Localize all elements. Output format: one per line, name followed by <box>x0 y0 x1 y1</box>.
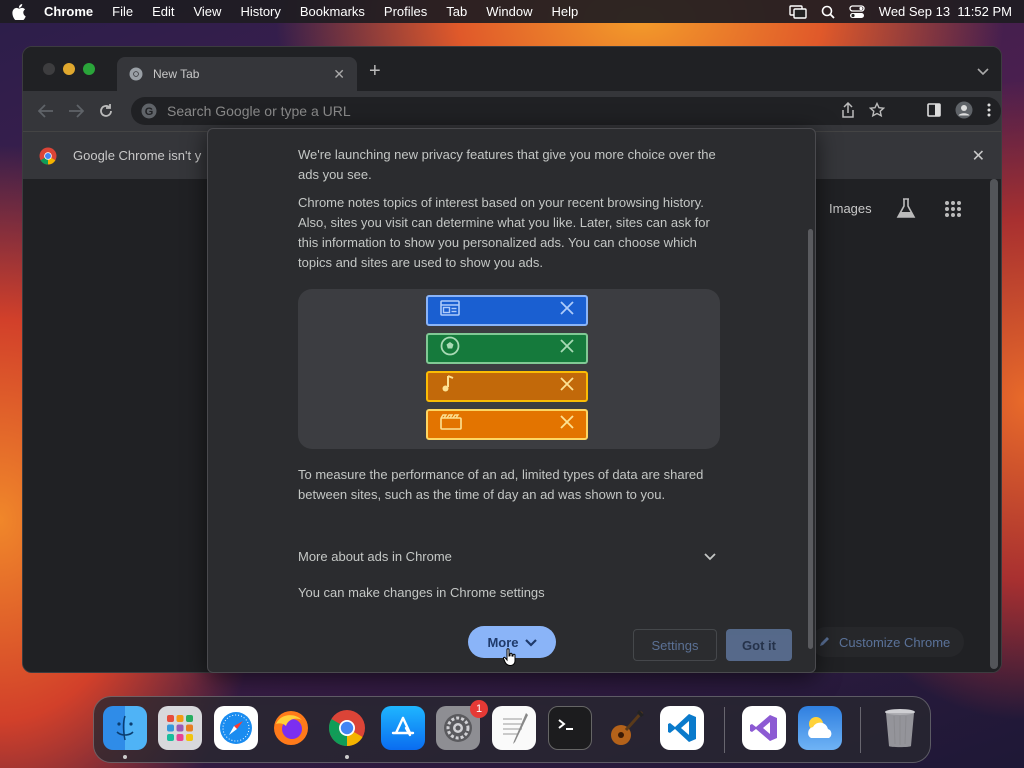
page-scrollbar-thumb[interactable] <box>990 179 998 669</box>
svg-text:G: G <box>145 106 154 118</box>
menu-file[interactable]: File <box>112 4 133 19</box>
vscode-icon[interactable] <box>660 706 704 750</box>
more-about-ads-expander[interactable]: More about ads in Chrome <box>298 545 716 567</box>
garageband-icon[interactable] <box>604 706 648 750</box>
visual-studio-icon[interactable] <box>742 706 786 750</box>
remove-topic-close-icon <box>560 301 574 320</box>
launchpad-icon[interactable] <box>158 706 202 750</box>
page-scrollbar[interactable] <box>989 179 999 669</box>
settings-button[interactable]: Settings <box>633 629 717 661</box>
dialog-scrollbar[interactable] <box>807 229 815 649</box>
finder-running-indicator <box>123 755 127 759</box>
menu-help[interactable]: Help <box>552 4 579 19</box>
got-it-button[interactable]: Got it <box>726 629 792 661</box>
window-controls <box>43 63 95 75</box>
bookmark-star-icon[interactable] <box>868 101 886 121</box>
illustration-row-music <box>426 371 588 402</box>
terminal-icon[interactable] <box>548 706 592 750</box>
chrome-running-indicator <box>345 755 349 759</box>
dock <box>93 696 931 763</box>
remove-topic-close-icon <box>560 377 574 396</box>
chrome-favicon-icon <box>129 67 143 81</box>
clapperboard-icon <box>440 414 462 435</box>
new-tab-button[interactable]: + <box>369 61 381 81</box>
minimize-window-button[interactable] <box>63 63 75 75</box>
pencil-icon <box>819 635 831 650</box>
omnibox[interactable]: G Search Google or type a URL <box>131 97 1001 125</box>
screen-mirroring-icon[interactable] <box>789 4 807 19</box>
forward-arrow-icon[interactable] <box>65 100 87 122</box>
remove-topic-close-icon <box>560 339 574 358</box>
app-store-icon[interactable] <box>381 706 425 750</box>
music-note-icon <box>440 374 456 399</box>
safari-icon[interactable] <box>214 706 258 750</box>
remove-topic-close-icon <box>560 415 574 434</box>
finder-icon[interactable] <box>103 706 147 750</box>
dialog-measure-text: To measure the performance of an ad, lim… <box>298 467 704 502</box>
customize-chrome-button[interactable]: Customize Chrome <box>811 627 965 657</box>
browser-window-icon <box>440 300 460 321</box>
illustration-row-movies <box>426 409 588 440</box>
app-menu-chrome[interactable]: Chrome <box>44 4 93 19</box>
close-window-button[interactable] <box>43 63 55 75</box>
hand-pointer-cursor-icon <box>502 648 517 667</box>
dialog-scrollbar-thumb[interactable] <box>808 229 813 649</box>
menu-history[interactable]: History <box>240 4 280 19</box>
menu-edit[interactable]: Edit <box>152 4 174 19</box>
more-about-ads-label: More about ads in Chrome <box>298 548 452 564</box>
illustration-row-sports <box>426 333 588 364</box>
google-g-icon: G <box>141 103 157 119</box>
control-center-icon[interactable] <box>849 4 865 19</box>
dock-separator <box>860 707 861 753</box>
chevron-down-icon <box>704 549 716 564</box>
firefox-icon[interactable] <box>269 706 313 750</box>
textedit-icon[interactable] <box>492 706 536 750</box>
menu-tab[interactable]: Tab <box>446 4 467 19</box>
tab-title: New Tab <box>153 67 200 81</box>
soccer-ball-icon <box>440 336 460 361</box>
dialog-intro-text: We're launching new privacy features tha… <box>298 147 716 182</box>
customize-chrome-label: Customize Chrome <box>839 634 951 650</box>
tab-search-chevron-icon[interactable] <box>977 63 989 81</box>
google-apps-grid-icon[interactable] <box>945 201 961 222</box>
menu-window[interactable]: Window <box>486 4 532 19</box>
images-link[interactable]: Images <box>829 201 872 216</box>
dialog-topics-text: Chrome notes topics of interest based on… <box>298 195 710 270</box>
zoom-window-button[interactable] <box>83 63 95 75</box>
chrome-logo-icon <box>39 147 57 165</box>
illustration-row-browser <box>426 295 588 326</box>
infobar-text: Google Chrome isn't y <box>73 148 202 163</box>
browser-toolbar: G Search Google or type a URL <box>23 91 1001 131</box>
ad-privacy-dialog: We're launching new privacy features tha… <box>207 128 816 673</box>
side-panel-icon[interactable] <box>927 102 941 120</box>
chrome-icon[interactable] <box>325 706 369 750</box>
kebab-menu-icon[interactable] <box>987 103 991 120</box>
ad-topics-illustration <box>298 289 720 449</box>
weather-icon[interactable] <box>798 706 842 750</box>
menu-bookmarks[interactable]: Bookmarks <box>300 4 365 19</box>
chevron-down-icon <box>524 635 537 650</box>
close-tab-icon[interactable]: ✕ <box>333 66 345 83</box>
apple-menu-icon[interactable] <box>12 3 28 20</box>
menu-profiles[interactable]: Profiles <box>384 4 427 19</box>
tab-new-tab[interactable]: New Tab ✕ <box>117 57 357 91</box>
menu-view[interactable]: View <box>193 4 221 19</box>
chrome-settings-note: You can make changes in Chrome settings <box>298 585 545 600</box>
tab-strip: New Tab ✕ + <box>23 47 1001 91</box>
settings-notification-badge: 1 <box>470 700 488 718</box>
dock-separator <box>724 707 725 753</box>
close-infobar-icon[interactable]: ✕ <box>972 146 985 166</box>
profile-icon[interactable] <box>955 101 973 122</box>
labs-flask-icon[interactable] <box>896 197 916 224</box>
reload-icon[interactable] <box>95 100 117 122</box>
omnibox-placeholder: Search Google or type a URL <box>167 103 351 119</box>
menu-bar: Chrome File Edit View History Bookmarks … <box>0 0 1024 23</box>
share-icon[interactable] <box>841 101 855 121</box>
trash-icon[interactable] <box>878 706 922 750</box>
spotlight-search-icon[interactable] <box>821 5 835 19</box>
menubar-clock[interactable]: Wed Sep 13 11:52 PM <box>879 4 1012 19</box>
back-arrow-icon[interactable] <box>35 100 57 122</box>
